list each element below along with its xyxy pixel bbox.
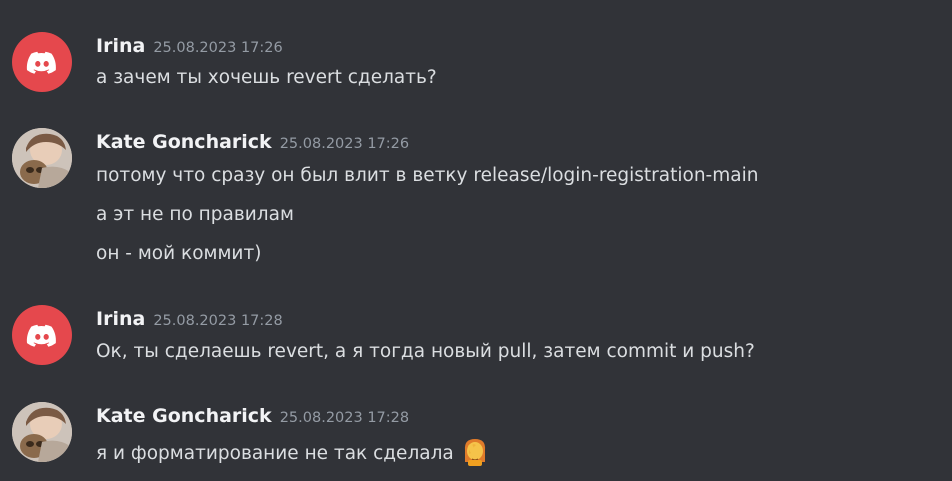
message-timestamp[interactable]: 25.08.2023 17:28 xyxy=(280,410,409,426)
message-header: Kate Goncharick 25.08.2023 17:26 xyxy=(96,131,409,155)
discord-logo-icon xyxy=(26,51,56,74)
message-header: Irina 25.08.2023 17:28 xyxy=(96,308,283,332)
message-text: я и форматирование не так сделала xyxy=(96,436,490,466)
user-photo-avatar xyxy=(12,128,72,188)
message-text: потому что сразу он был влит в ветку rel… xyxy=(96,165,759,186)
avatar[interactable] xyxy=(12,402,72,462)
user-photo-avatar xyxy=(12,402,72,462)
message-timestamp[interactable]: 25.08.2023 17:28 xyxy=(153,313,282,329)
avatar[interactable] xyxy=(12,305,72,365)
message-header: Kate Goncharick 25.08.2023 17:28 xyxy=(96,405,409,429)
message-text: он - мой коммит) xyxy=(96,243,262,264)
message-text: а зачем ты хочешь revert сделать? xyxy=(96,67,437,88)
facepalm-emoji-icon[interactable] xyxy=(460,436,490,466)
author-name[interactable]: Kate Goncharick xyxy=(96,405,272,427)
message-timestamp[interactable]: 25.08.2023 17:26 xyxy=(153,40,282,56)
avatar[interactable] xyxy=(12,32,72,92)
avatar[interactable] xyxy=(12,128,72,188)
message-text: Ок, ты сделаешь revert, а я тогда новый … xyxy=(96,341,755,362)
author-name[interactable]: Kate Goncharick xyxy=(96,131,272,153)
message-timestamp[interactable]: 25.08.2023 17:26 xyxy=(280,136,409,152)
author-name[interactable]: Irina xyxy=(96,35,145,57)
author-name[interactable]: Irina xyxy=(96,308,145,330)
discord-logo-icon xyxy=(26,324,56,347)
message-header: Irina 25.08.2023 17:26 xyxy=(96,35,283,59)
message-text: а эт не по правилам xyxy=(96,204,294,225)
message-text-content: я и форматирование не так сделала xyxy=(96,443,454,464)
